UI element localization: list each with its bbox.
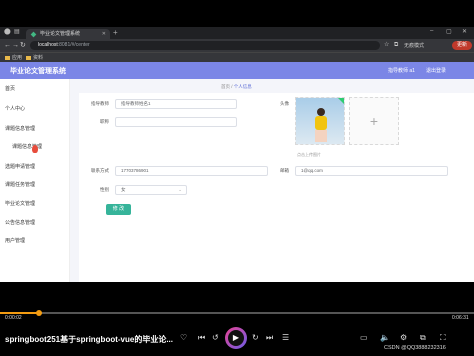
window-menu-icon[interactable]: ⬤ [4, 28, 11, 35]
new-tab-icon[interactable]: + [113, 28, 118, 37]
sidebar-item-home[interactable]: 首页 [5, 85, 15, 92]
update-button[interactable]: 更新 [452, 41, 472, 50]
timeline-track [0, 312, 474, 314]
fullscreen-icon[interactable]: ⛶ [440, 333, 446, 343]
apps-icon [5, 55, 10, 60]
sidebar-item-users[interactable]: 用户管理 [5, 237, 25, 244]
volume-icon[interactable]: 🔈 [380, 333, 390, 343]
folder-icon [26, 55, 31, 60]
current-time: 0:00:02 [5, 315, 22, 321]
bookmarks-bar: 应用 资料 [0, 52, 474, 62]
profile-form: 指导教师 指导教师姓名1 职称 头像 + 点击上传图片 联系方式 1770378… [79, 93, 474, 282]
danmaku-icon[interactable]: ▭ [360, 333, 368, 343]
url-input[interactable]: localhost:8081/#/center [30, 41, 380, 50]
breadcrumb-separator: / [231, 84, 233, 89]
forward-icon[interactable]: → [12, 41, 19, 50]
browser-tab[interactable]: 毕业论文管理系统 ✕ [26, 29, 110, 39]
phone-label: 联系方式 [91, 168, 109, 173]
avatar-body [315, 116, 327, 130]
sidebar-item-notice[interactable]: 公告信息管理 [5, 219, 35, 226]
pip-icon[interactable]: ⧉ [420, 333, 426, 343]
close-tab-icon[interactable]: ✕ [102, 29, 106, 39]
like-icon[interactable]: ♡ [180, 333, 187, 343]
avatar-label: 头像 [280, 101, 289, 106]
upload-note: 点击上传图片 [297, 152, 321, 157]
back-icon[interactable]: ← [4, 41, 11, 50]
sidebar-item-thesis[interactable]: 毕业论文管理 [5, 200, 35, 207]
chevron-down-icon: ⌄ [178, 187, 182, 192]
gender-label: 性别 [100, 187, 109, 192]
sidebar: 首页 个人中心 课题信息管理 课题信息管理 选题申请管理 课题任务管理 毕业论文… [0, 79, 70, 282]
video-timeline[interactable] [0, 310, 474, 316]
url-host: localhost [38, 42, 58, 48]
tab-bar: ⬤ ▤ 毕业论文管理系统 ✕ + – ▢ ✕ [0, 27, 474, 39]
bookmark-apps[interactable]: 应用 [5, 54, 22, 62]
sidebar-item-topics[interactable]: 课题信息管理 [5, 125, 35, 132]
app-title: 毕业论文管理系统 [10, 68, 66, 75]
avatar-head [317, 108, 325, 116]
timeline-knob[interactable] [36, 310, 43, 316]
next-icon[interactable]: ⏭ [266, 333, 273, 343]
app-header: 毕业论文管理系统 指导教师 a1 退出登录 [0, 62, 474, 79]
close-window-icon[interactable]: ✕ [462, 28, 467, 35]
sidebar-item-selection[interactable]: 选题申请管理 [5, 163, 35, 170]
bookmark-star-icon[interactable]: ☆ [384, 41, 389, 50]
phone-input[interactable]: 17703786901 [115, 166, 268, 176]
extensions-icon[interactable]: ⧉ [394, 41, 398, 50]
avatar-legs [315, 130, 327, 142]
teacher-no-label: 指导教师 [91, 101, 109, 106]
rewind-icon[interactable]: ↺ [212, 333, 219, 343]
reload-icon[interactable]: ↻ [20, 41, 26, 50]
minimize-icon[interactable]: – [430, 28, 433, 34]
upload-plus-icon[interactable]: + [349, 97, 399, 145]
browser-window: ⬤ ▤ 毕业论文管理系统 ✕ + – ▢ ✕ ← → ↻ localhost:8… [0, 27, 474, 282]
tab-title: 毕业论文管理系统 [40, 31, 81, 37]
bookmark-folder[interactable]: 资料 [26, 54, 43, 62]
address-bar-row: ← → ↻ localhost:8081/#/center ☆ ⧉ 无痕模式 更… [0, 39, 474, 52]
total-time: 0:06:31 [452, 315, 469, 321]
title-label: 职称 [100, 119, 109, 124]
email-input[interactable]: 1@qq.com [295, 166, 448, 176]
breadcrumb-current: 个人信息 [233, 84, 252, 89]
mouse-cursor-icon [32, 145, 38, 153]
current-user: 指导教师 a1 [388, 68, 415, 74]
url-path: :8081/#/center [57, 42, 90, 48]
profile-label[interactable]: 无痕模式 [404, 42, 424, 49]
playlist-icon[interactable]: ☰ [282, 333, 289, 343]
timeline-played [0, 312, 40, 314]
maximize-icon[interactable]: ▢ [446, 28, 452, 35]
vue-favicon-icon [30, 31, 37, 38]
video-title: springboot251基于springboot-vue的毕业论... [5, 335, 174, 344]
gender-select[interactable]: 女 ⌄ [115, 185, 187, 195]
gender-value: 女 [121, 187, 126, 192]
prev-icon[interactable]: ⏮ [198, 333, 205, 343]
tab-list-icon[interactable]: ▤ [14, 28, 20, 35]
avatar-preview[interactable] [295, 97, 345, 145]
settings-icon[interactable]: ⚙ [400, 333, 407, 343]
email-label: 邮箱 [280, 168, 289, 173]
sidebar-item-tasks[interactable]: 课题任务管理 [5, 181, 35, 188]
teacher-no-input[interactable]: 指导教师姓名1 [115, 99, 237, 109]
screen: ⬤ ▤ 毕业论文管理系统 ✕ + – ▢ ✕ ← → ↻ localhost:8… [0, 0, 474, 356]
title-input[interactable] [115, 117, 237, 127]
play-icon[interactable]: ▶ [228, 330, 244, 346]
csdn-watermark: CSDN @QQ3888232316 [384, 345, 446, 351]
sidebar-item-profile[interactable]: 个人中心 [5, 105, 25, 112]
logout-link[interactable]: 退出登录 [426, 67, 446, 74]
breadcrumb-home[interactable]: 首页 [221, 84, 230, 89]
main-content: 首页 / 个人信息 指导教师 指导教师姓名1 职称 头像 + 点击上传图片 联系… [70, 79, 474, 282]
submit-button[interactable]: 修 改 [106, 204, 131, 215]
breadcrumb: 首页 / 个人信息 [221, 84, 252, 90]
forward-icon[interactable]: ↻ [252, 333, 259, 343]
